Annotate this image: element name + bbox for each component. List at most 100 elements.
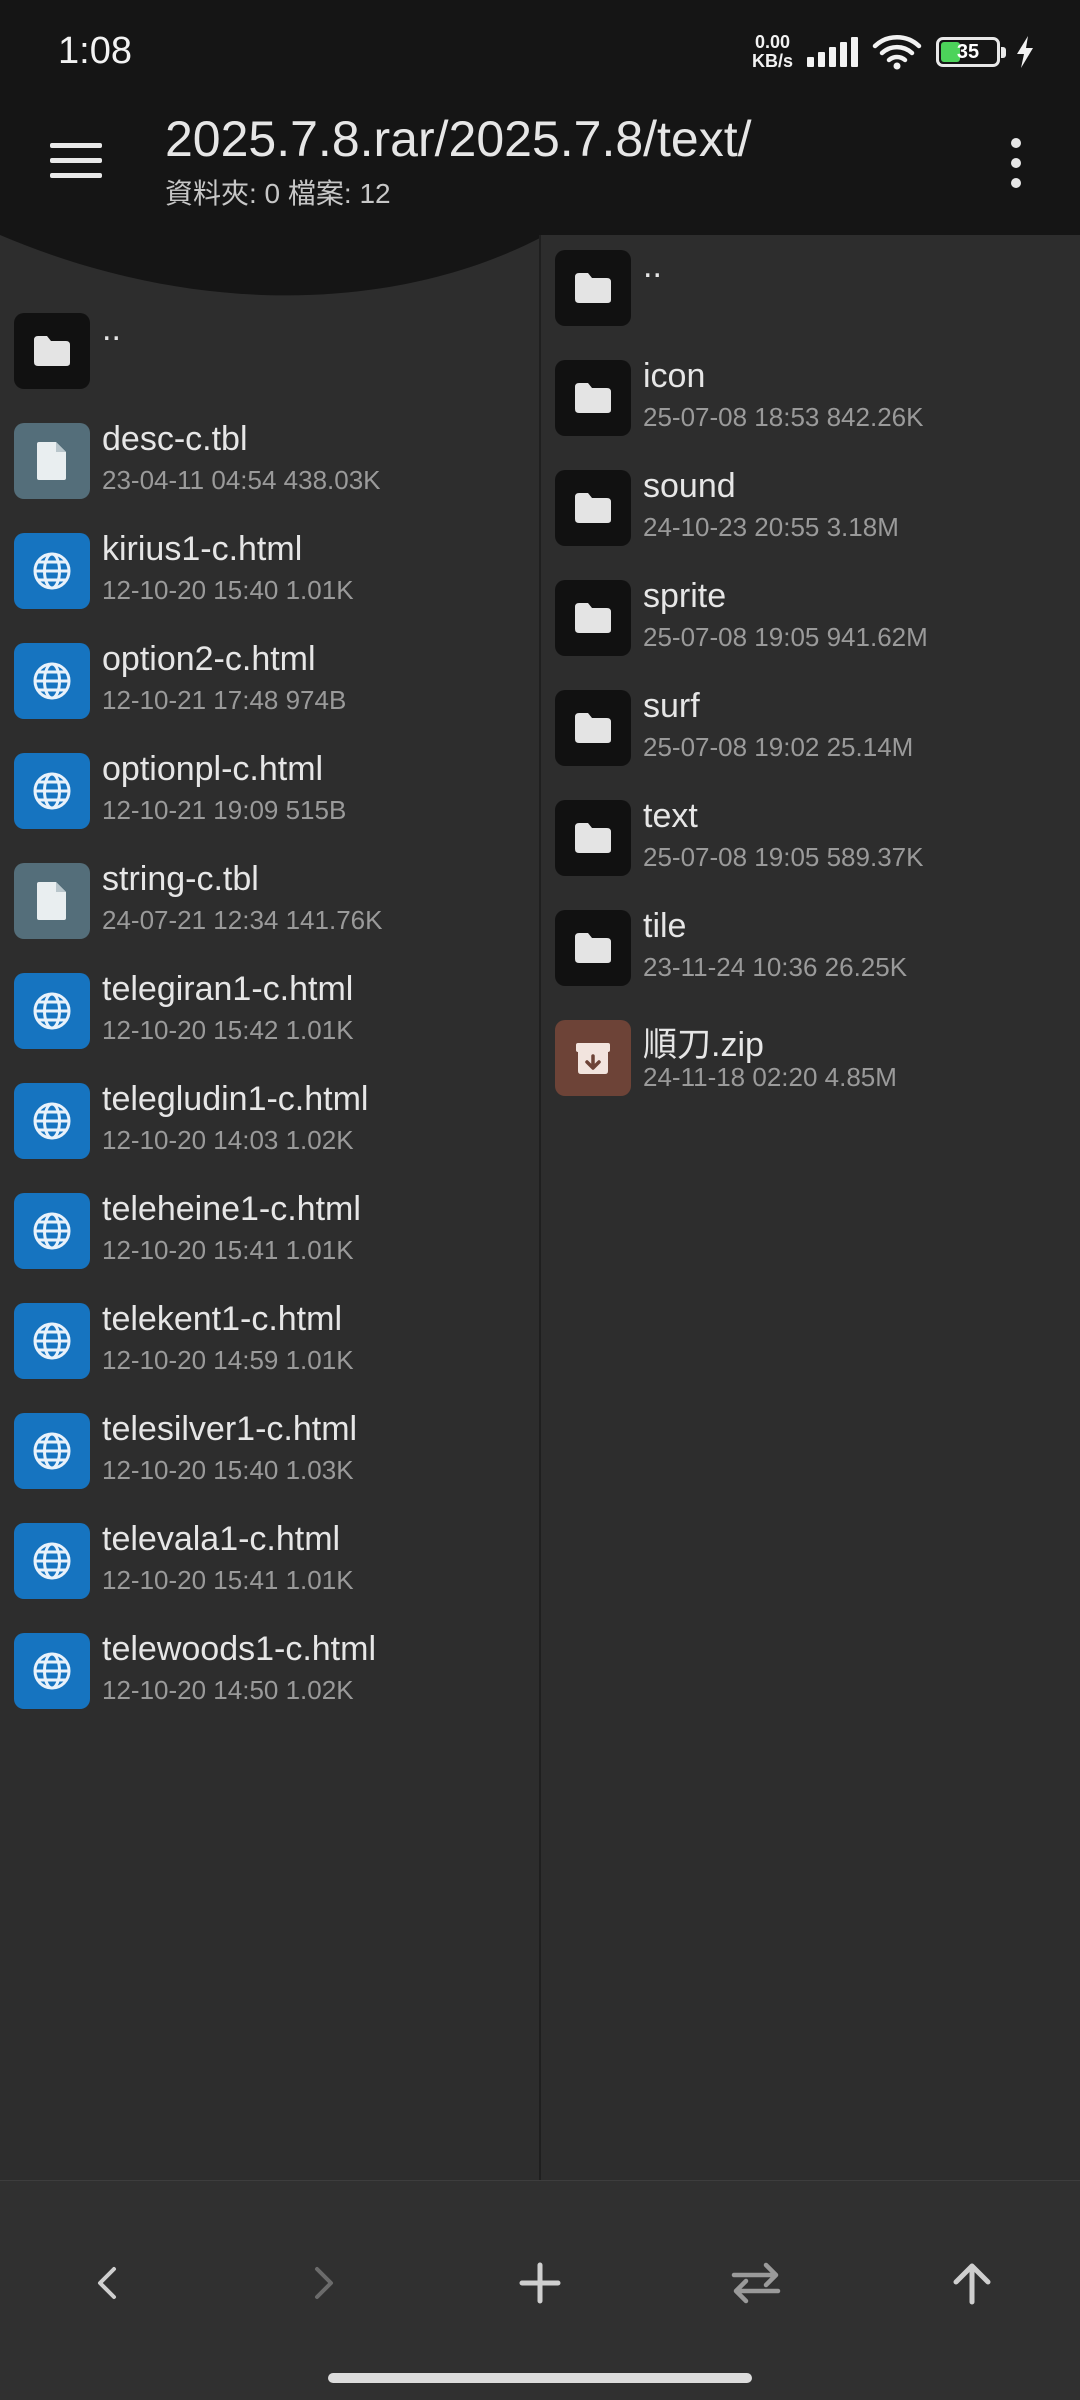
web-page-icon <box>14 973 90 1049</box>
file-manager-screen: 1:08 0.00 KB/s 35 2025.7.8.rar/2025.7.8/… <box>0 0 1080 2400</box>
folder-icon <box>555 800 631 876</box>
file-list-item[interactable]: desc-c.tbl 23-04-11 04:54 438.03K <box>0 408 539 518</box>
file-name: icon <box>643 357 706 395</box>
folder-icon <box>555 910 631 986</box>
file-name: tile <box>643 907 687 945</box>
web-page-icon <box>14 643 90 719</box>
right-pane[interactable]: .. icon 25-07-08 18:53 842.26K sound 24-10-2… <box>541 235 1080 2180</box>
file-list-item[interactable]: telegludin1-c.html 12-10-20 14:03 1.02K <box>0 1068 539 1178</box>
file-name: surf <box>643 687 700 725</box>
folder-icon <box>555 250 631 326</box>
right-file-list: .. icon 25-07-08 18:53 842.26K sound 24-10-2… <box>541 235 1080 1115</box>
file-meta: 24-10-23 20:55 3.18M <box>643 512 899 542</box>
file-list-item[interactable]: icon 25-07-08 18:53 842.26K <box>541 345 1080 455</box>
file-list-item[interactable]: telekent1-c.html 12-10-20 14:59 1.01K <box>0 1288 539 1398</box>
signal-icon <box>807 37 858 67</box>
file-list-item[interactable]: telewoods1-c.html 12-10-20 14:50 1.02K <box>0 1618 539 1728</box>
more-options-icon[interactable] <box>992 128 1040 198</box>
file-list-item[interactable]: surf 25-07-08 19:02 25.14M <box>541 675 1080 785</box>
file-list-item[interactable]: teleheine1-c.html 12-10-20 15:41 1.01K <box>0 1178 539 1288</box>
swap-icon[interactable] <box>716 2243 796 2323</box>
file-name: .. <box>643 247 662 285</box>
document-icon <box>14 863 90 939</box>
file-meta: 25-07-08 18:53 842.26K <box>643 402 924 432</box>
archive-icon <box>555 1020 631 1096</box>
document-icon <box>14 423 90 499</box>
file-name: string-c.tbl <box>102 860 259 898</box>
file-name: telewoods1-c.html <box>102 1630 377 1668</box>
folder-icon <box>14 313 90 389</box>
forward-icon[interactable] <box>283 2243 363 2323</box>
file-list-item[interactable]: option2-c.html 12-10-21 17:48 974B <box>0 628 539 738</box>
web-page-icon <box>14 753 90 829</box>
file-name: 順刀.zip <box>643 1026 764 1064</box>
file-meta: 24-11-18 02:20 4.85M <box>643 1062 897 1092</box>
folder-icon <box>555 690 631 766</box>
item-counts: 資料夾: 0 檔案: 12 <box>165 178 391 209</box>
web-page-icon <box>14 1523 90 1599</box>
file-list-item[interactable]: televala1-c.html 12-10-20 15:41 1.01K <box>0 1508 539 1618</box>
file-name: telekent1-c.html <box>102 1300 342 1338</box>
file-meta: 12-10-21 19:09 515B <box>102 795 347 825</box>
file-list-item[interactable]: telesilver1-c.html 12-10-20 15:40 1.03K <box>0 1398 539 1508</box>
wifi-icon <box>872 35 922 70</box>
file-list-item[interactable]: kirius1-c.html 12-10-20 15:40 1.01K <box>0 518 539 628</box>
folder-icon <box>555 470 631 546</box>
file-name: telesilver1-c.html <box>102 1410 358 1448</box>
file-meta: 12-10-20 15:42 1.01K <box>102 1015 354 1045</box>
file-meta: 12-10-20 14:03 1.02K <box>102 1125 354 1155</box>
home-indicator[interactable] <box>328 2373 752 2383</box>
file-name: kirius1-c.html <box>102 530 303 568</box>
charging-icon <box>1017 36 1033 68</box>
menu-icon[interactable] <box>44 128 108 192</box>
parent-directory-item[interactable]: .. <box>541 235 1080 345</box>
file-meta: 25-07-08 19:02 25.14M <box>643 732 914 762</box>
battery-level: 35 <box>956 41 980 63</box>
status-bar: 1:08 0.00 KB/s 35 <box>0 0 1080 100</box>
header-wave <box>0 230 540 296</box>
file-list-item[interactable]: sound 24-10-23 20:55 3.18M <box>541 455 1080 565</box>
file-meta: 12-10-20 15:41 1.01K <box>102 1565 354 1595</box>
file-name: sprite <box>643 577 727 615</box>
network-speed-unit: KB/s <box>751 51 793 71</box>
web-page-icon <box>14 1633 90 1709</box>
file-meta: 12-10-20 14:59 1.01K <box>102 1345 354 1375</box>
network-speed-value: 0.00 <box>754 32 791 52</box>
path-title[interactable]: 2025.7.8.rar/2025.7.8/text/ <box>165 110 752 168</box>
add-icon[interactable] <box>500 2243 580 2323</box>
file-list-item[interactable]: text 25-07-08 19:05 589.37K <box>541 785 1080 895</box>
left-pane[interactable]: .. desc-c.tbl 23-04-11 04:54 438.03K kirius… <box>0 235 539 2180</box>
file-meta: 25-07-08 19:05 941.62M <box>643 622 928 652</box>
file-list-item[interactable]: sprite 25-07-08 19:05 941.62M <box>541 565 1080 675</box>
network-speed: 0.00 KB/s <box>752 33 793 71</box>
file-list-item[interactable]: tile 23-11-24 10:36 26.25K <box>541 895 1080 1005</box>
file-name: sound <box>643 467 736 505</box>
file-name: option2-c.html <box>102 640 316 678</box>
file-list-item[interactable]: string-c.tbl 24-07-21 12:34 141.76K <box>0 848 539 958</box>
web-page-icon <box>14 1083 90 1159</box>
file-meta: 23-11-24 10:36 26.25K <box>643 952 908 982</box>
web-page-icon <box>14 533 90 609</box>
bottom-toolbar <box>0 2180 1080 2400</box>
up-icon[interactable] <box>932 2243 1012 2323</box>
file-name: telegludin1-c.html <box>102 1080 369 1118</box>
folder-icon <box>555 580 631 656</box>
header: 2025.7.8.rar/2025.7.8/text/ 資料夾: 0 檔案: 1… <box>0 100 1080 235</box>
file-meta: 12-10-20 15:41 1.01K <box>102 1235 354 1265</box>
status-icons: 0.00 KB/s 35 <box>752 28 1036 76</box>
file-list-item[interactable]: telegiran1-c.html 12-10-20 15:42 1.01K <box>0 958 539 1068</box>
file-meta: 12-10-20 15:40 1.03K <box>102 1455 354 1485</box>
file-list-item[interactable]: 順刀.zip 24-11-18 02:20 4.85M <box>541 1005 1080 1115</box>
file-meta: 23-04-11 04:54 438.03K <box>102 465 381 495</box>
file-meta: 12-10-20 15:40 1.01K <box>102 575 354 605</box>
file-meta: 24-07-21 12:34 141.76K <box>102 905 383 935</box>
file-name: teleheine1-c.html <box>102 1190 361 1228</box>
back-icon[interactable] <box>68 2243 148 2323</box>
battery-icon: 35 <box>936 37 1006 67</box>
file-name: text <box>643 797 698 835</box>
parent-directory-item[interactable]: .. <box>0 298 539 408</box>
file-name: telegiran1-c.html <box>102 970 354 1008</box>
file-meta: 12-10-21 17:48 974B <box>102 685 347 715</box>
folder-icon <box>555 360 631 436</box>
file-list-item[interactable]: optionpl-c.html 12-10-21 19:09 515B <box>0 738 539 848</box>
